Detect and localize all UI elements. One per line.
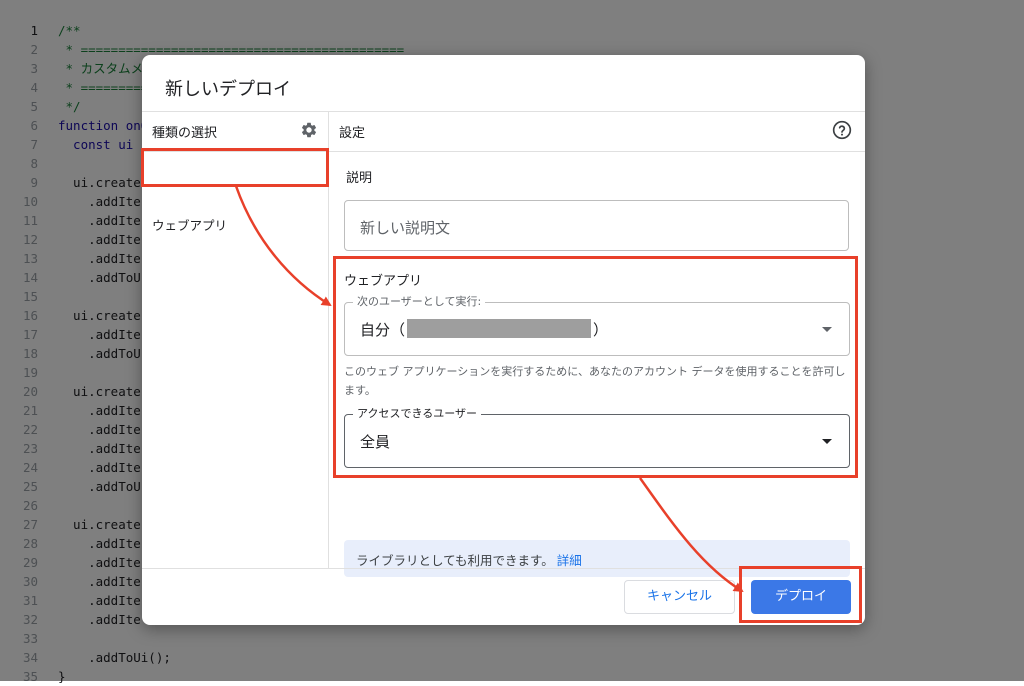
annotation-arrows xyxy=(234,185,744,593)
arrow-to-settings xyxy=(234,185,332,307)
arrow-to-deploy xyxy=(638,477,744,593)
